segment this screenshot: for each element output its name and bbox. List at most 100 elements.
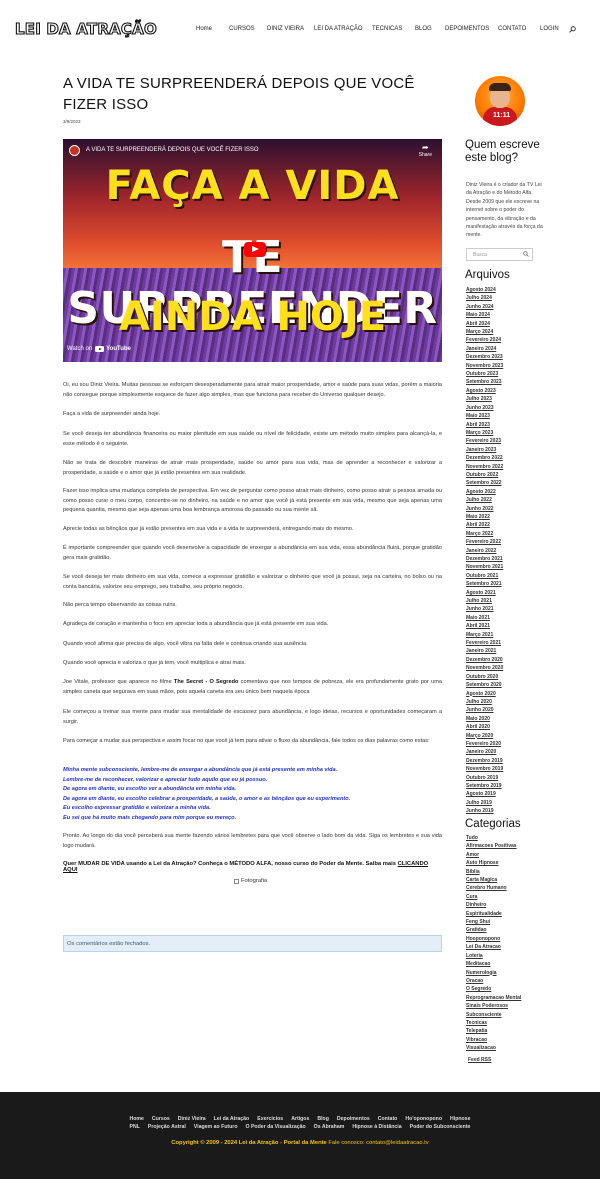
footer-link[interactable]: Poder do Subconsciente [410, 1124, 471, 1130]
footer-link[interactable]: PNL [130, 1124, 140, 1130]
nav-login[interactable]: LOGIN [540, 26, 559, 32]
video-title[interactable]: A VIDA TE SURPREENDERÁ DEPOIS QUE VOCÊ F… [86, 147, 259, 153]
category-link[interactable]: Dinheiro [466, 901, 521, 909]
category-link[interactable]: Cerebro Humano [466, 884, 521, 892]
archive-link[interactable]: Janeiro 2022 [466, 547, 503, 555]
footer-link[interactable]: Blog [317, 1116, 329, 1122]
archive-link[interactable]: Fevereiro 2024 [466, 336, 503, 344]
category-link[interactable]: Hooponopono [466, 935, 521, 943]
archive-link[interactable]: Março 2020 [466, 732, 503, 740]
sidebar-search-input[interactable]: Busca [466, 248, 533, 261]
archive-link[interactable]: Setembro 2023 [466, 378, 503, 386]
archive-link[interactable]: Fevereiro 2022 [466, 538, 503, 546]
archive-link[interactable]: Dezembro 2022 [466, 454, 503, 462]
category-link[interactable]: Reprogramacao Mental [466, 994, 521, 1002]
archive-link[interactable]: Setembro 2021 [466, 580, 503, 588]
archive-link[interactable]: Setembro 2019 [466, 782, 503, 790]
footer-link[interactable]: Home [130, 1116, 144, 1122]
search-icon[interactable] [569, 26, 576, 33]
footer-link[interactable]: Viagem ao Futuro [194, 1124, 238, 1130]
archive-link[interactable]: Julho 2021 [466, 597, 503, 605]
archive-link[interactable]: Março 2021 [466, 631, 503, 639]
archive-link[interactable]: Agosto 2024 [466, 286, 503, 294]
archive-link[interactable]: Abril 2024 [466, 320, 503, 328]
nav-contato[interactable]: CONTATO [498, 26, 526, 32]
footer-link[interactable]: Artigos [291, 1116, 309, 1122]
channel-avatar[interactable] [69, 145, 80, 156]
archive-link[interactable]: Junho 2024 [466, 303, 503, 311]
category-link[interactable]: Amor [466, 851, 521, 859]
archive-link[interactable]: Abril 2021 [466, 622, 503, 630]
archive-link[interactable]: Janeiro 2023 [466, 446, 503, 454]
archive-link[interactable]: Junho 2020 [466, 706, 503, 714]
footer-link[interactable]: Depoimentos [337, 1116, 370, 1122]
category-link[interactable]: Loteria [466, 952, 521, 960]
archive-link[interactable]: Julho 2022 [466, 496, 503, 504]
archive-link[interactable]: Agosto 2020 [466, 690, 503, 698]
archive-link[interactable]: Dezembro 2019 [466, 757, 503, 765]
category-link[interactable]: O Segredo [466, 985, 521, 993]
archive-link[interactable]: Maio 2024 [466, 311, 503, 319]
archive-link[interactable]: Agosto 2019 [466, 790, 503, 798]
footer-link[interactable]: Lei da Atração [214, 1116, 250, 1122]
category-link[interactable]: Visualizacao [466, 1044, 521, 1052]
archive-link[interactable]: Abril 2022 [466, 521, 503, 529]
nav-diniz-vieira[interactable]: DINIZ VIEIRA [267, 26, 304, 32]
category-link[interactable]: Espiritualidade [466, 910, 521, 918]
archive-link[interactable]: Março 2024 [466, 328, 503, 336]
archive-link[interactable]: Março 2022 [466, 530, 503, 538]
archive-link[interactable]: Julho 2019 [466, 799, 503, 807]
category-link[interactable]: Telepatia [466, 1027, 521, 1035]
category-link[interactable]: Vibracao [466, 1036, 521, 1044]
footer-link[interactable]: Cursos [152, 1116, 170, 1122]
nav-lei-da-atracao[interactable]: LEI DA ATRAÇÃO [314, 26, 363, 32]
archive-link[interactable]: Março 2023 [466, 429, 503, 437]
category-link[interactable]: Afirmacoes Positivas [466, 842, 521, 850]
archive-link[interactable]: Novembro 2023 [466, 362, 503, 370]
footer-link[interactable]: Projeção Astral [148, 1124, 186, 1130]
search-icon[interactable] [523, 251, 529, 257]
archive-link[interactable]: Dezembro 2020 [466, 656, 503, 664]
archive-link[interactable]: Dezembro 2023 [466, 353, 503, 361]
archive-link[interactable]: Maio 2023 [466, 412, 503, 420]
footer-link[interactable]: Contato [378, 1116, 398, 1122]
category-link[interactable]: Tudo [466, 834, 521, 842]
footer-link[interactable]: Hipnose [450, 1116, 470, 1122]
archive-link[interactable]: Janeiro 2020 [466, 748, 503, 756]
category-link[interactable]: Gratidao [466, 926, 521, 934]
archive-link[interactable]: Outubro 2019 [466, 774, 503, 782]
archive-link[interactable]: Junho 2021 [466, 605, 503, 613]
archive-link[interactable]: Junho 2022 [466, 505, 503, 513]
archive-link[interactable]: Maio 2021 [466, 614, 503, 622]
footer-link[interactable]: O Poder da Visualização [246, 1124, 306, 1130]
archive-link[interactable]: Julho 2020 [466, 698, 503, 706]
archive-link[interactable]: Setembro 2022 [466, 479, 503, 487]
archive-link[interactable]: Janeiro 2024 [466, 345, 503, 353]
archive-link[interactable]: Outubro 2021 [466, 572, 503, 580]
archive-link[interactable]: Julho 2024 [466, 294, 503, 302]
category-link[interactable]: Biblia [466, 868, 521, 876]
archive-link[interactable]: Outubro 2022 [466, 471, 503, 479]
play-button[interactable] [244, 242, 266, 257]
archive-link[interactable]: Agosto 2021 [466, 589, 503, 597]
category-link[interactable]: Meditacao [466, 960, 521, 968]
archive-link[interactable]: Agosto 2022 [466, 488, 503, 496]
site-logo[interactable]: LEI DA ATRAÇÃO [14, 19, 157, 38]
archive-link[interactable]: Setembro 2020 [466, 681, 503, 689]
nav-tecnicas[interactable]: TECNICAS [372, 26, 402, 32]
watch-on-youtube[interactable]: Watch on YouTube [67, 346, 131, 352]
nav-cursos[interactable]: CURSOS [229, 26, 255, 32]
archive-link[interactable]: Maio 2022 [466, 513, 503, 521]
archive-link[interactable]: Abril 2023 [466, 421, 503, 429]
archive-link[interactable]: Fevereiro 2020 [466, 740, 503, 748]
archive-link[interactable]: Abril 2020 [466, 723, 503, 731]
archive-link[interactable]: Janeiro 2021 [466, 647, 503, 655]
archive-link[interactable]: Novembro 2022 [466, 463, 503, 471]
archive-link[interactable]: Junho 2023 [466, 404, 503, 412]
category-link[interactable]: Feng Shui [466, 918, 521, 926]
archive-link[interactable]: Outubro 2020 [466, 673, 503, 681]
archive-link[interactable]: Dezembro 2021 [466, 555, 503, 563]
contact-text[interactable]: Fale conosco: contato@leidaatracao.tv [327, 1140, 428, 1146]
footer-link[interactable]: Hipnose à Distância [352, 1124, 401, 1130]
archive-link[interactable]: Maio 2020 [466, 715, 503, 723]
